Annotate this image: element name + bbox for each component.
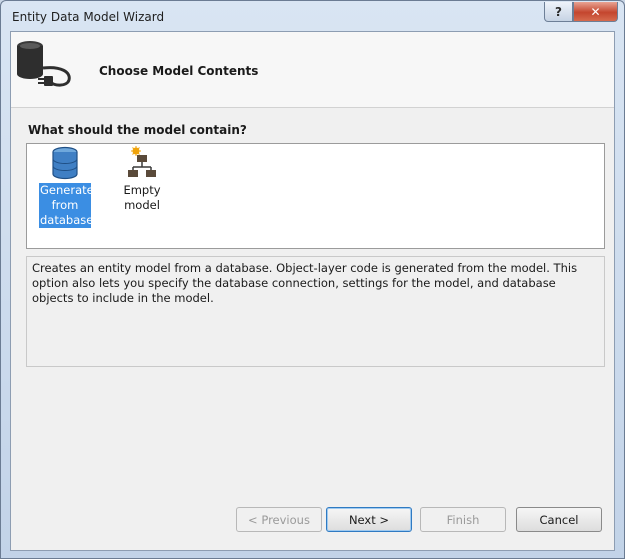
window-title: Entity Data Model Wizard xyxy=(12,10,165,24)
cancel-button[interactable]: Cancel xyxy=(516,507,602,532)
choice-label: Generate from database xyxy=(39,183,94,228)
previous-button[interactable]: < Previous xyxy=(236,507,322,532)
page-title: Choose Model Contents xyxy=(99,64,259,78)
choice-description: Creates an entity model from a database.… xyxy=(26,256,605,367)
help-icon: ? xyxy=(555,4,562,19)
close-button[interactable]: ✕ xyxy=(573,2,618,22)
database-icon xyxy=(52,146,78,180)
choice-generate-from-database[interactable]: Generate from database xyxy=(39,146,94,228)
wizard-body: Choose Model Contents What should the mo… xyxy=(10,31,615,551)
wizard-banner: Choose Model Contents xyxy=(11,32,614,108)
finish-button[interactable]: Finish xyxy=(420,507,506,532)
model-type-list[interactable]: Generate from database Empty model xyxy=(26,143,605,249)
choice-empty-model[interactable]: Empty model xyxy=(104,146,180,213)
wizard-window: Entity Data Model Wizard ? ✕ Choose Mode… xyxy=(0,0,625,559)
choice-label: Empty model xyxy=(123,183,161,212)
hierarchy-icon xyxy=(128,146,156,177)
title-bar[interactable]: Entity Data Model Wizard ? ✕ xyxy=(1,1,624,31)
model-contents-label: What should the model contain? xyxy=(28,123,247,137)
database-plug-icon xyxy=(17,41,71,87)
next-button[interactable]: Next > xyxy=(326,507,412,532)
close-icon: ✕ xyxy=(590,4,601,19)
help-button[interactable]: ? xyxy=(544,2,573,22)
